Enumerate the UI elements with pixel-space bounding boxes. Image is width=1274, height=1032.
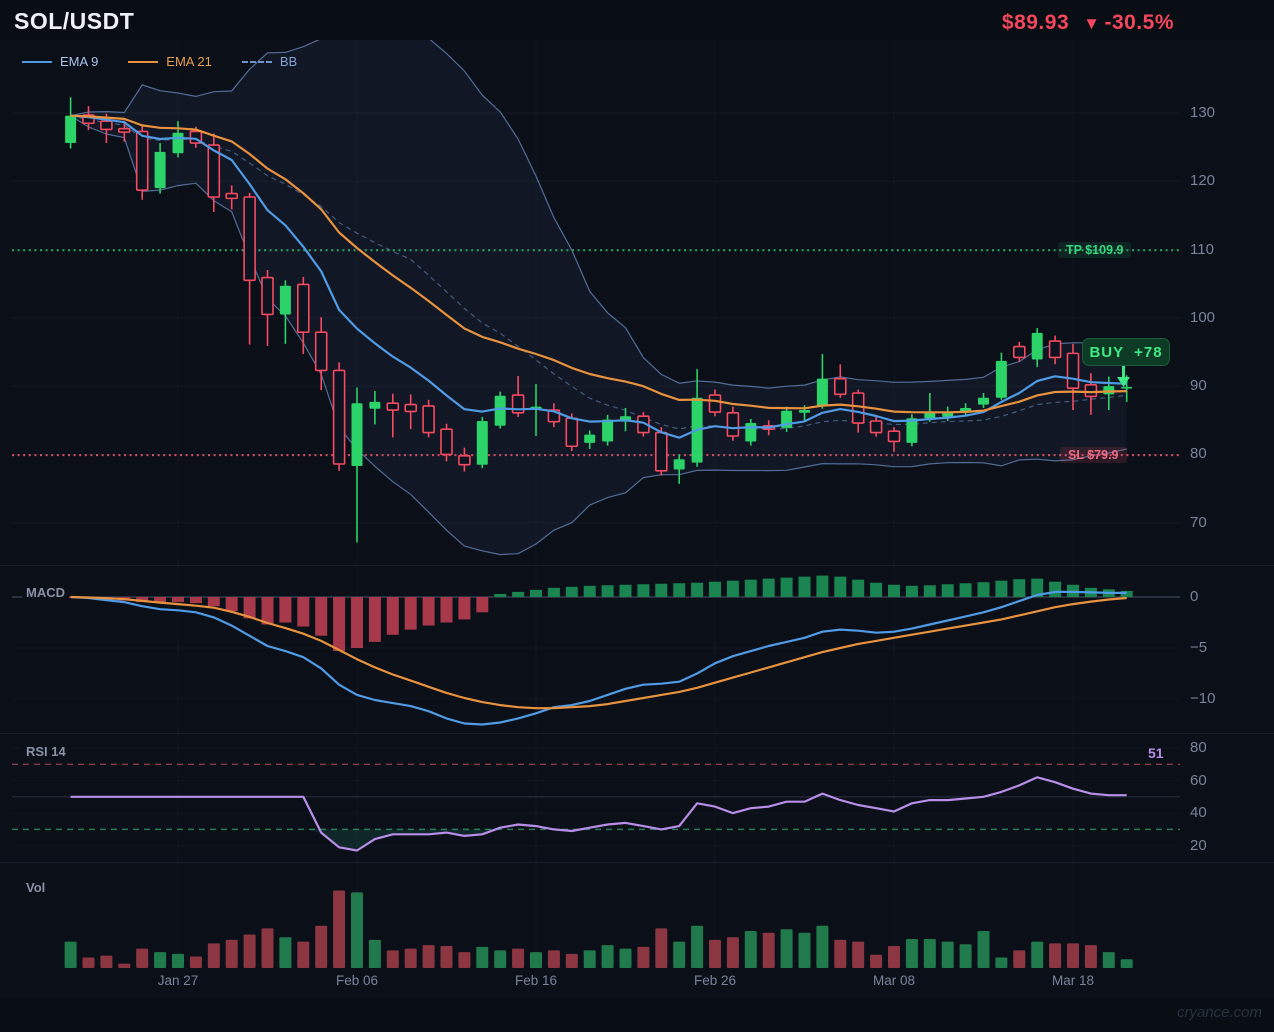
macd-signal-line <box>70 595 1127 710</box>
price-tick-120: 120 <box>1190 172 1216 190</box>
macd-tick: −5 <box>1190 639 1208 656</box>
legend-swatch-icon <box>241 60 272 63</box>
legend-label: BB <box>279 54 298 69</box>
price-ticker: $89.93 ▼ -30.5% <box>1002 11 1174 35</box>
price-tick-130: 130 <box>1190 104 1216 121</box>
down-arrow-icon: ▼ <box>1083 14 1101 33</box>
trading-chart-app: SOL/USDT $89.93 ▼ -30.5% EMA 9 EMA 21 BB TP … <box>0 0 1274 1032</box>
last-price: $89.93 <box>1001 11 1070 34</box>
legend-item-ema9[interactable]: EMA 9 <box>22 54 98 69</box>
price-change: -30.5% <box>1104 11 1174 34</box>
price-tick-100: 100 <box>1190 308 1216 326</box>
macd-tick: −10 <box>1190 690 1216 707</box>
page-title: SOL/USDT <box>14 8 135 34</box>
legend-swatch-icon <box>22 60 52 63</box>
take-profit-label[interactable]: TP $109.9 <box>1058 242 1132 259</box>
rsi-tick-40: 40 <box>1190 804 1207 822</box>
macd-tick: 0 <box>1190 588 1199 605</box>
indicator-legend: EMA 9 EMA 21 BB <box>22 54 297 69</box>
price-tick-90: 90 <box>1190 377 1207 395</box>
rsi-current-value: 51 <box>1148 745 1164 761</box>
legend-item-bb[interactable]: BB <box>241 54 298 69</box>
buy-signal-badge: BUY +78 <box>1082 338 1170 366</box>
rsi-line <box>70 776 1127 852</box>
legend-label: EMA 21 <box>166 54 212 69</box>
macd-histogram <box>64 575 1133 652</box>
rsi-oversold-fill <box>70 829 1127 851</box>
chart-canvas[interactable] <box>0 0 1274 1032</box>
macd-panel-label: MACD <box>22 585 69 600</box>
legend-item-ema21[interactable]: EMA 21 <box>128 54 212 69</box>
buy-signal-score: +78 <box>1134 343 1163 361</box>
legend-swatch-icon <box>128 60 159 63</box>
stop-loss-label[interactable]: SL $79.9 <box>1060 447 1127 464</box>
x-axis-label: Jan 27 <box>157 973 199 988</box>
rsi-tick-60: 60 <box>1190 771 1207 789</box>
x-axis-label: Feb 06 <box>335 973 379 988</box>
volume-panel-label: Vol <box>22 880 50 895</box>
price-tick-110: 110 <box>1190 240 1214 258</box>
x-axis-label: Feb 16 <box>514 973 558 988</box>
volume-bars <box>64 890 1133 968</box>
buy-signal-text: BUY <box>1089 343 1125 361</box>
x-axis-label: Feb 26 <box>693 973 737 988</box>
legend-label: EMA 9 <box>60 54 99 69</box>
watermark: cryance.com <box>1176 1004 1262 1021</box>
bollinger-band <box>70 40 1127 556</box>
x-axis-label: Mar 08 <box>872 973 916 988</box>
rsi-panel-label: RSI 14 <box>22 744 70 759</box>
rsi-tick-20: 20 <box>1190 836 1207 854</box>
rsi-tick-80: 80 <box>1190 739 1207 756</box>
x-axis-label: Mar 18 <box>1051 973 1095 988</box>
price-tick-80: 80 <box>1190 445 1207 463</box>
price-tick-70: 70 <box>1190 513 1207 531</box>
